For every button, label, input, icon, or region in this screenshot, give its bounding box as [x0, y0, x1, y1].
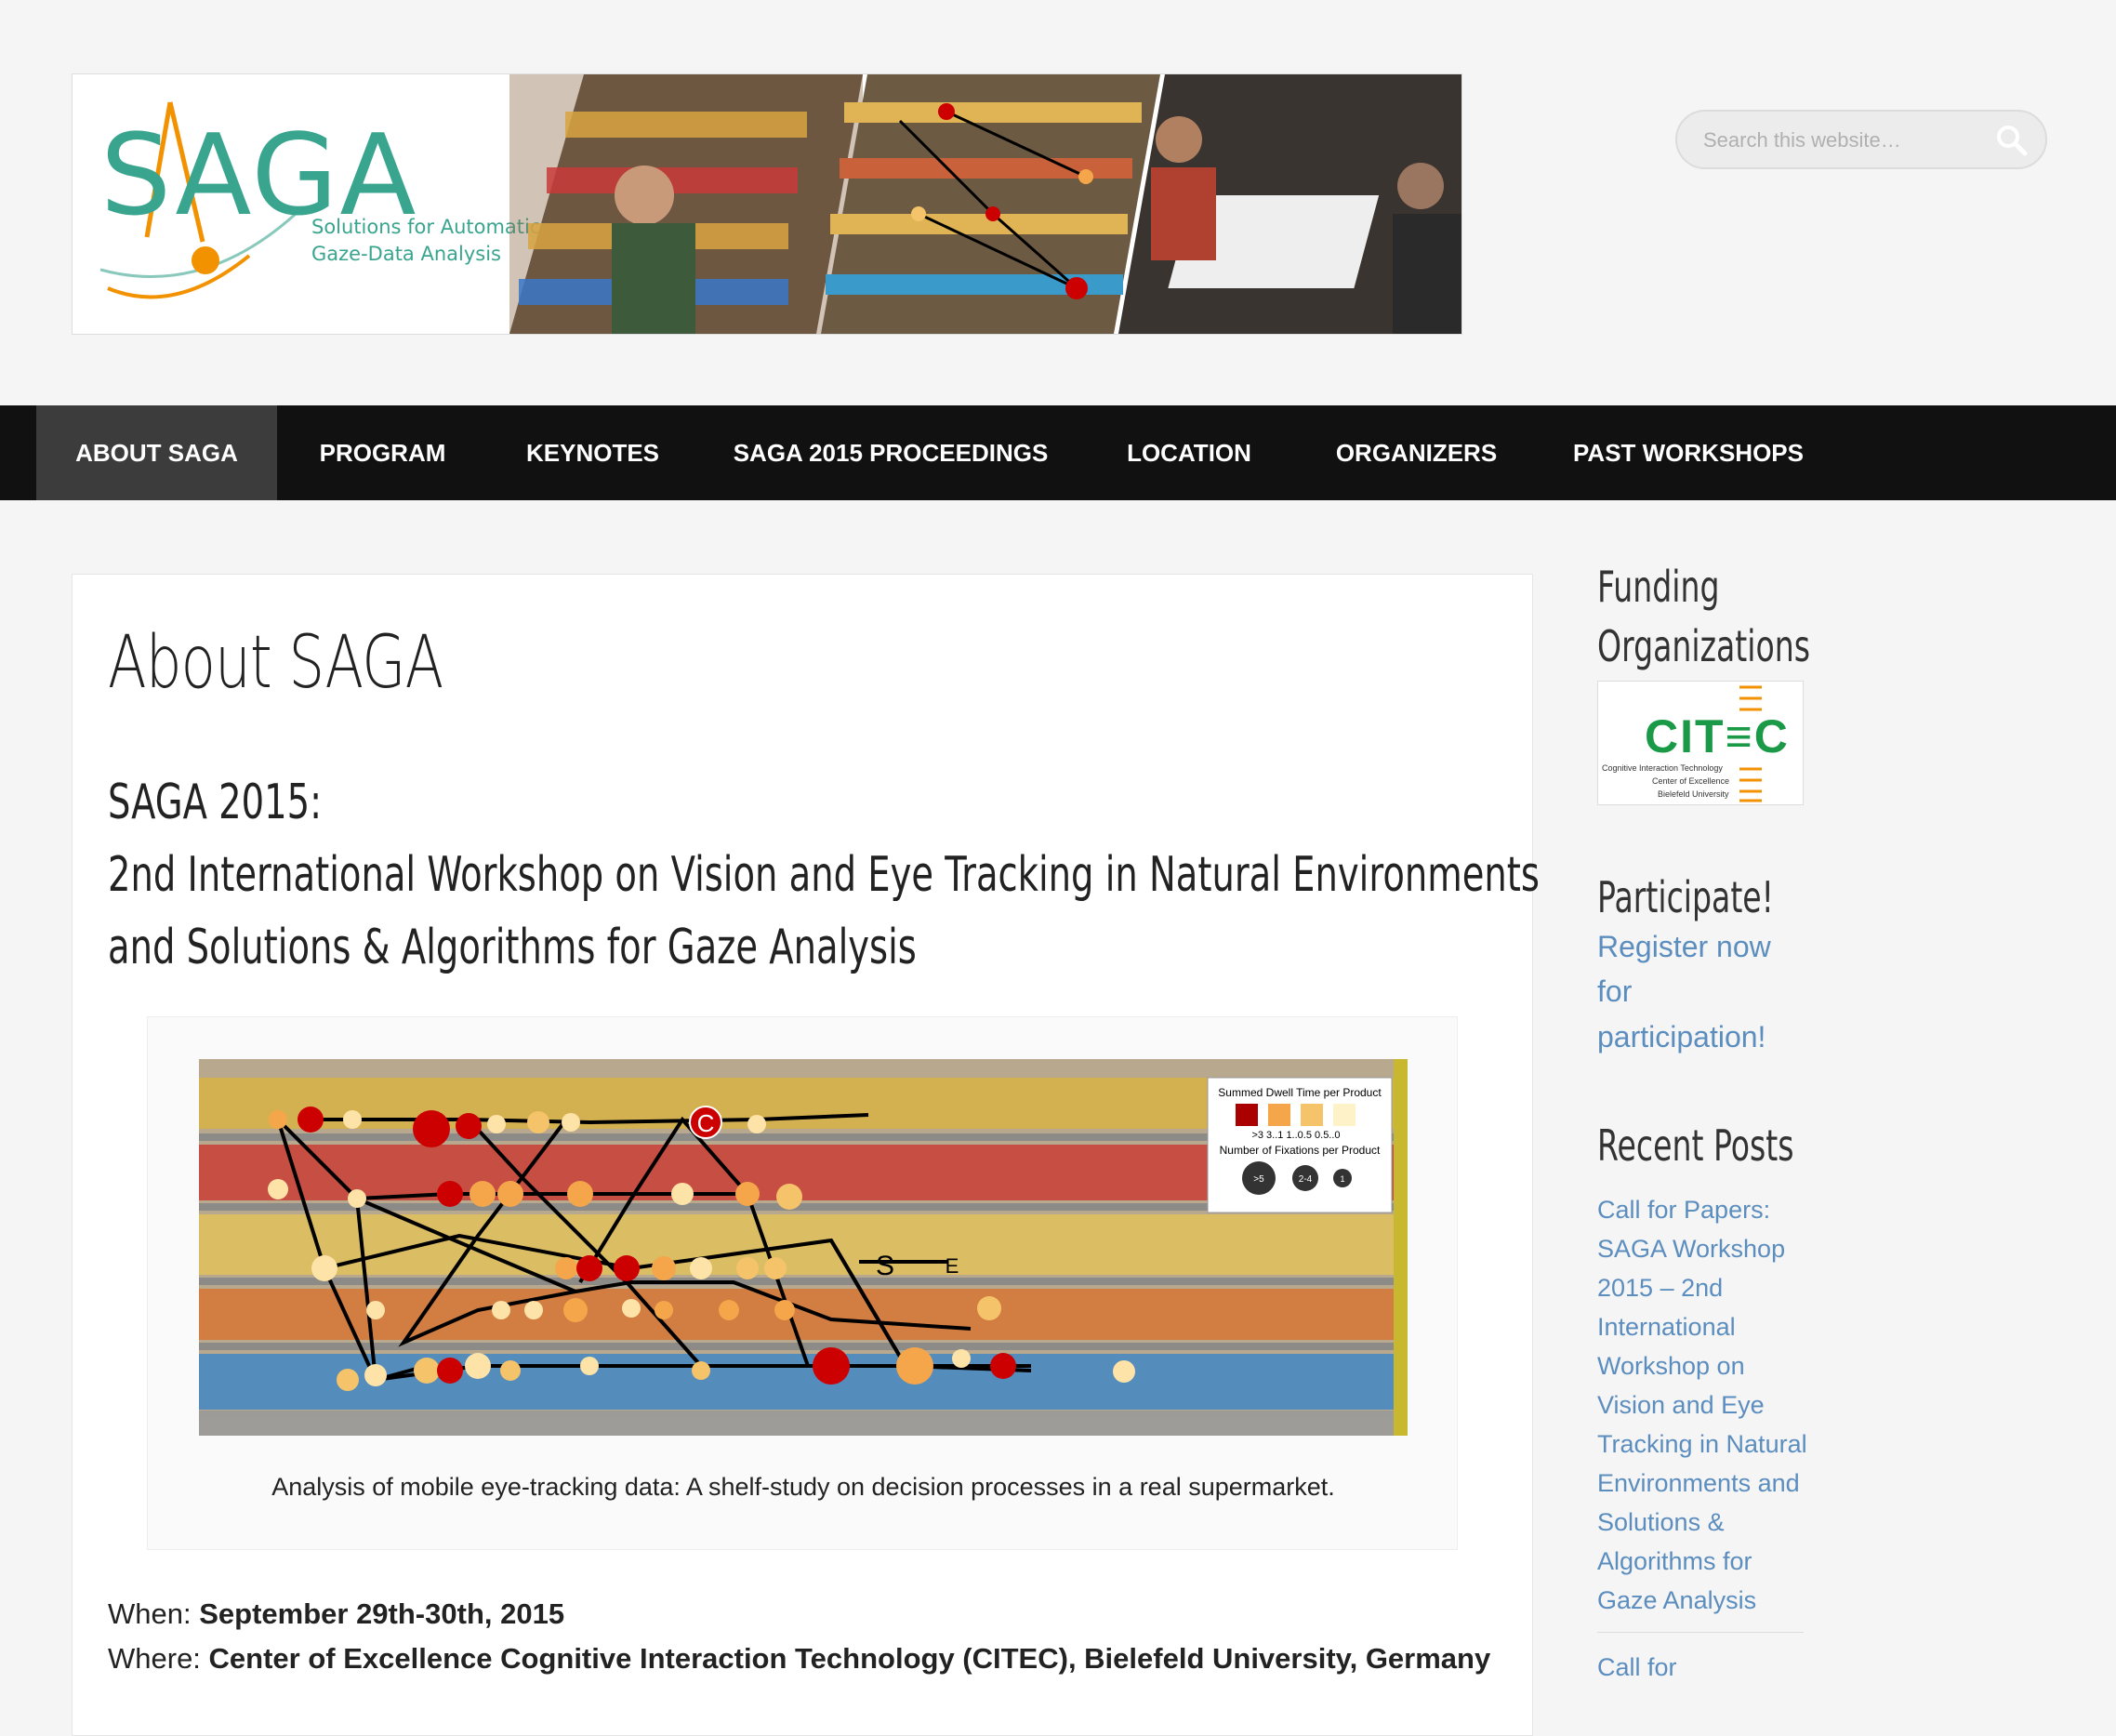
citec-line3: Bielefeld University	[1658, 789, 1729, 799]
post-divider	[1597, 1632, 1804, 1633]
when-value: September 29th-30th, 2015	[199, 1597, 565, 1630]
where-line: Where: Center of Excellence Cognitive In…	[108, 1642, 1490, 1676]
figure-legend: Summed Dwell Time per Product >3 3..1 1.…	[1207, 1077, 1393, 1213]
recent-post-1-line[interactable]: 2015 – 2nd	[1597, 1268, 1723, 1307]
recent-post-1-line[interactable]: Tracking in Natural	[1597, 1425, 1807, 1464]
search-box[interactable]	[1675, 110, 2047, 169]
legend-count-3: 1	[1340, 1174, 1344, 1184]
legend-count-1: >5	[1253, 1174, 1264, 1185]
citec-wordmark: CIT≡C	[1645, 710, 1790, 762]
banner-photo-collage	[509, 74, 1461, 334]
when-line: When: September 29th-30th, 2015	[108, 1597, 564, 1631]
page-title: About SAGA	[108, 621, 443, 705]
saga-logo: SAGA Solutions for Automatic Gaze-Data A…	[73, 74, 556, 334]
logo-subtitle-line2: Gaze-Data Analysis	[311, 243, 502, 265]
citec-stripes-icon	[1739, 685, 1762, 802]
legend-count-2: 2-4	[1299, 1174, 1313, 1185]
figure-marker-e: E	[946, 1254, 959, 1278]
register-link-line3[interactable]: participation!	[1597, 1020, 1766, 1054]
figure-caption: Analysis of mobile eye-tracking data: A …	[271, 1473, 1335, 1501]
recent-post-1-line[interactable]: Environments and	[1597, 1464, 1800, 1503]
legend-fixations: Number of Fixations per Product	[1220, 1144, 1381, 1157]
nav-item-location[interactable]: LOCATION	[1084, 405, 1294, 500]
site-header: SAGA Solutions for Automatic Gaze-Data A…	[0, 0, 2116, 405]
citec-logo[interactable]: CIT≡C Cognitive Interaction Technology C…	[1597, 681, 1804, 805]
where-value: Center of Excellence Cognitive Interacti…	[208, 1642, 1491, 1675]
recent-post-1-line[interactable]: Gaze Analysis	[1597, 1581, 1756, 1620]
citec-line2: Center of Excellence	[1652, 776, 1730, 786]
register-link-line1[interactable]: Register now	[1597, 930, 1771, 964]
search-icon[interactable]	[1995, 124, 2029, 157]
nav-item-about-saga[interactable]: ABOUT SAGA	[36, 405, 277, 500]
subtitle-line3: and Solutions & Algorithms for Gaze Anal…	[108, 920, 917, 975]
nav-item-organizers[interactable]: ORGANIZERS	[1294, 405, 1539, 500]
subtitle-line2: 2nd International Workshop on Vision and…	[108, 847, 1540, 903]
subtitle-line1: SAGA 2015:	[108, 775, 323, 830]
recent-post-1-line[interactable]: Algorithms for	[1597, 1542, 1752, 1581]
participate-title: Participate!	[1597, 872, 1774, 922]
recent-post-1-line[interactable]: Workshop on	[1597, 1346, 1745, 1385]
legend-values: >3 3..1 1..0.5 0.5..0	[1251, 1130, 1340, 1141]
legend-title: Summed Dwell Time per Product	[1218, 1086, 1382, 1099]
nav-item-keynotes[interactable]: KEYNOTES	[488, 405, 697, 500]
header-banner[interactable]: SAGA Solutions for Automatic Gaze-Data A…	[72, 73, 1462, 335]
recent-post-2-link[interactable]: Call for	[1597, 1648, 1677, 1687]
main-content: About SAGA SAGA 2015: 2nd International …	[72, 574, 1540, 1736]
recent-post-1-line[interactable]: SAGA Workshop	[1597, 1229, 1785, 1268]
funding-title-line2: Organizations	[1597, 621, 1810, 671]
recent-post-1-line[interactable]: Solutions &	[1597, 1503, 1725, 1542]
figure-marker-c: C	[697, 1109, 715, 1137]
funding-title-line1: Funding	[1597, 562, 1720, 612]
where-label: Where:	[108, 1642, 201, 1675]
when-label: When:	[108, 1597, 192, 1630]
register-link-line2[interactable]: for	[1597, 974, 1632, 1009]
figure-marker-s: S	[876, 1251, 894, 1281]
nav-item-program[interactable]: PROGRAM	[277, 405, 488, 500]
recent-post-1-line[interactable]: Call for Papers:	[1597, 1190, 1770, 1229]
citec-line1: Cognitive Interaction Technology	[1602, 763, 1723, 773]
figure: C S E Summed Dwell Time per Product >3 3…	[147, 1016, 1458, 1550]
recent-post-1-line[interactable]: Vision and Eye	[1597, 1385, 1765, 1425]
nav-item-proceedings[interactable]: SAGA 2015 PROCEEDINGS	[697, 405, 1084, 500]
shelf-study-image[interactable]: C S E Summed Dwell Time per Product >3 3…	[199, 1059, 1408, 1436]
nav-item-past-workshops[interactable]: PAST WORKSHOPS	[1539, 405, 1838, 500]
recent-post-1-line[interactable]: International	[1597, 1307, 1736, 1346]
main-navigation: ABOUT SAGA PROGRAM KEYNOTES SAGA 2015 PR…	[0, 405, 2116, 500]
recent-posts-title: Recent Posts	[1597, 1120, 1794, 1171]
search-input[interactable]	[1701, 112, 1984, 169]
logo-subtitle-line1: Solutions for Automatic	[311, 216, 541, 238]
